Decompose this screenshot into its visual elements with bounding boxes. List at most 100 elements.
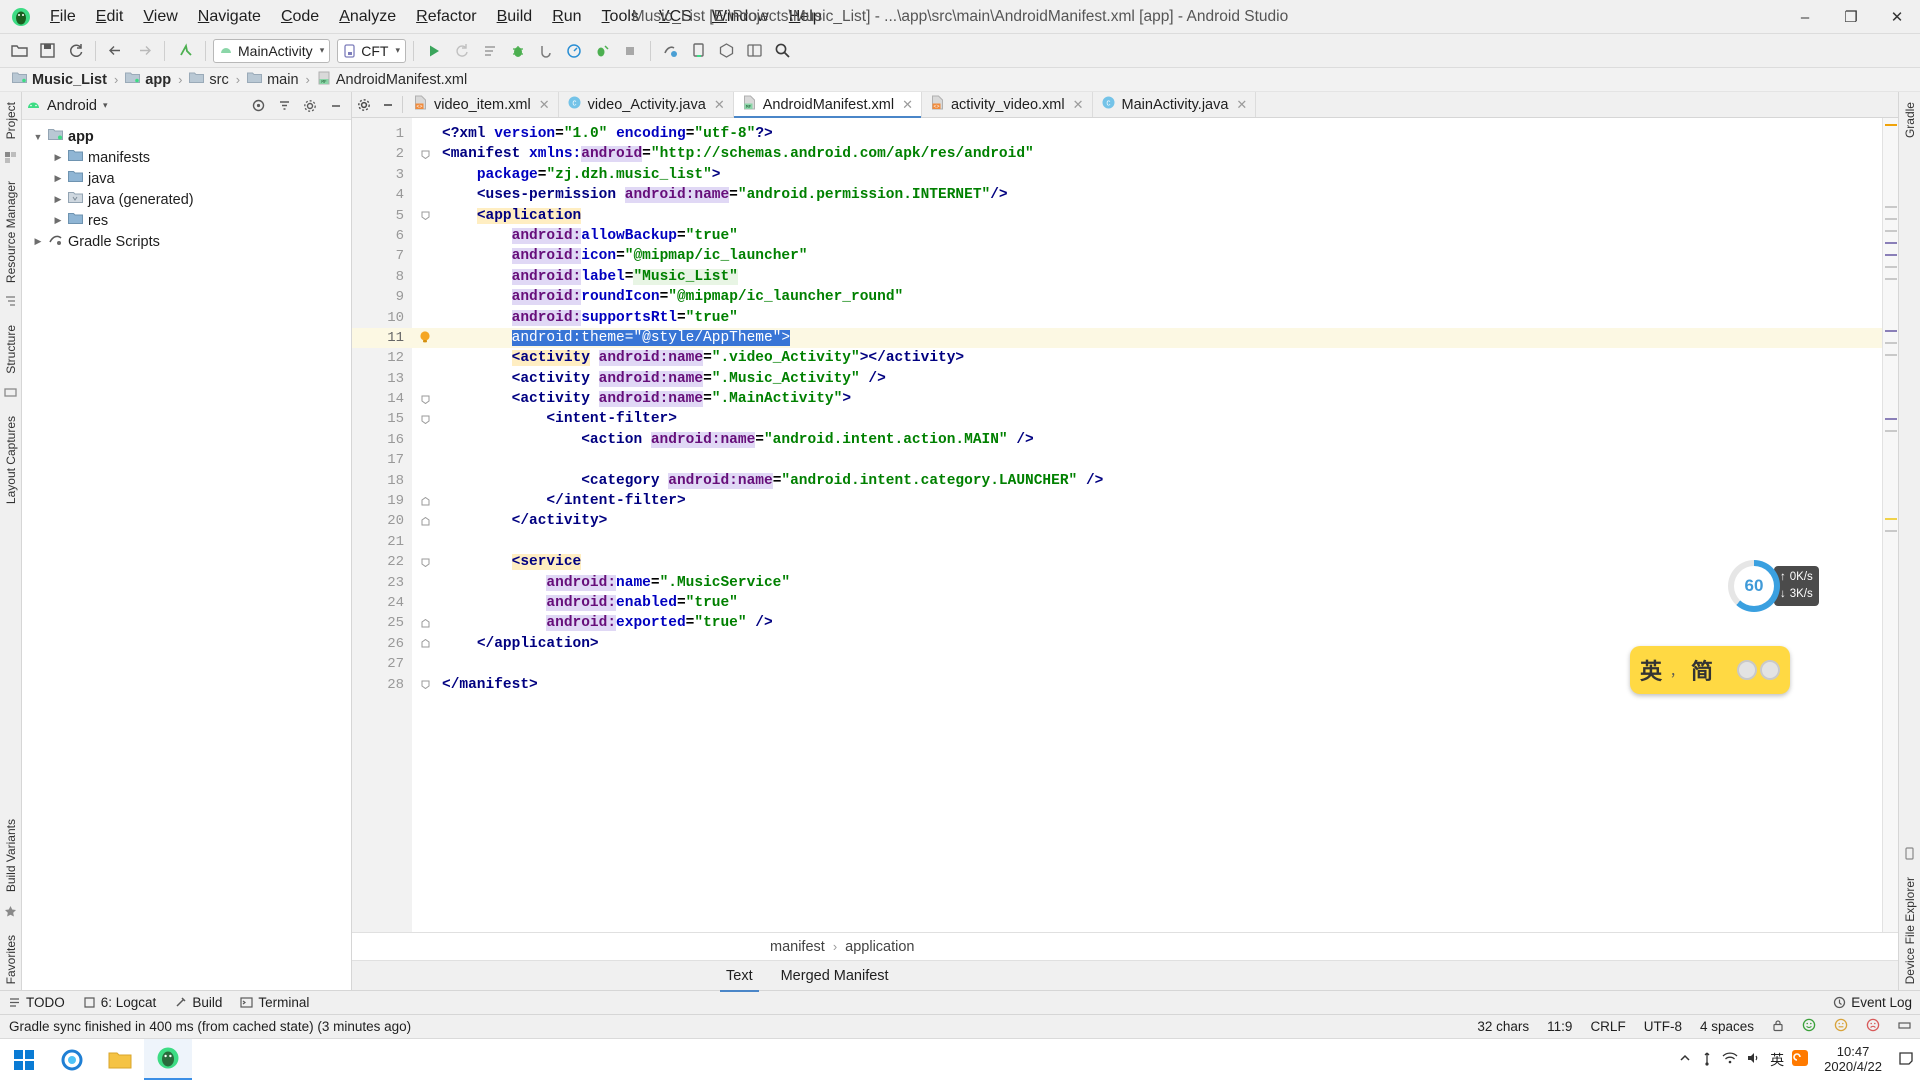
tree-node-app[interactable]: ▼app [22,126,351,147]
menu-item-vcs[interactable]: VCS [649,5,702,29]
event-log-button[interactable]: Event Log [1833,995,1912,1010]
code-line[interactable]: <intent-filter> [438,409,1882,429]
editor-hide-icon[interactable] [376,92,400,117]
ime-extra-buttons[interactable] [1737,660,1780,680]
ime-language-button[interactable]: 英 [1640,654,1662,686]
code-line[interactable]: android:allowBackup="true" [438,226,1882,246]
code-marker[interactable] [1885,278,1897,280]
menu-item-build[interactable]: Build [487,5,543,29]
rail-item-resource-manager[interactable]: Resource Manager [4,175,18,289]
menu-item-edit[interactable]: Edit [86,5,134,29]
rail-item-structure[interactable]: Structure [4,319,18,380]
fold-marker[interactable] [412,552,438,572]
line-number[interactable]: 1 [352,124,412,144]
ime-floating-bar[interactable]: 英 ， 简 [1630,646,1790,694]
menu-item-analyze[interactable]: Analyze [329,5,406,29]
lock-icon[interactable] [1763,1019,1793,1035]
fold-marker[interactable] [412,471,438,491]
menu-item-refactor[interactable]: Refactor [406,5,486,29]
code-line[interactable] [438,450,1882,470]
tray-volume-icon[interactable] [1746,1051,1762,1068]
code-line[interactable]: android:roundIcon="@mipmap/ic_launcher_r… [438,287,1882,307]
code-line[interactable]: android:supportsRtl="true" [438,308,1882,328]
select-opened-file-icon[interactable] [247,95,269,117]
tree-expand-arrow-icon[interactable]: ▶ [52,152,64,163]
rail-item-layout-captures[interactable]: Layout Captures [4,410,18,510]
fold-marker[interactable] [412,369,438,389]
error-marker-strip[interactable] [1882,118,1898,932]
caret-position[interactable]: 11:9 [1538,1019,1581,1034]
line-number[interactable]: 15 [352,409,412,429]
feedback-neutral-icon[interactable] [1825,1018,1857,1035]
line-number[interactable]: 26 [352,634,412,654]
code-line[interactable]: <activity android:name=".video_Activity"… [438,348,1882,368]
line-number[interactable]: 9 [352,287,412,307]
editor-breadcrumb-manifest[interactable]: manifest [770,939,825,955]
avd-manager-icon[interactable] [658,38,684,64]
run-button[interactable] [421,38,447,64]
stop-button[interactable] [617,38,643,64]
line-number[interactable]: 27 [352,654,412,674]
line-separator[interactable]: CRLF [1581,1019,1634,1034]
code-line[interactable]: android:enabled="true" [438,593,1882,613]
taskbar-clock[interactable]: 10:47 2020/4/22 [1816,1045,1890,1075]
line-number[interactable]: 20 [352,511,412,531]
apply-changes-icon[interactable] [449,38,475,64]
line-number[interactable]: 18 [352,471,412,491]
run-configuration-selector[interactable]: MainActivity ▾ [213,39,330,63]
tree-node-manifests[interactable]: ▶manifests [22,147,351,168]
fold-marker[interactable] [412,287,438,307]
memory-indicator-icon[interactable] [1889,1019,1920,1035]
tab-close-icon[interactable]: ✕ [902,97,913,113]
save-all-icon[interactable] [34,38,60,64]
code-marker[interactable] [1885,330,1897,332]
tool-window-logcat[interactable]: 6: Logcat [83,995,157,1010]
code-line[interactable]: android:label="Music_List" [438,267,1882,287]
editor-tab-mainactivity-java[interactable]: CMainActivity.java✕ [1093,92,1257,117]
tray-network-icon[interactable] [1722,1051,1738,1068]
tray-usb-icon[interactable] [1700,1050,1714,1069]
fold-marker[interactable] [412,532,438,552]
tree-expand-arrow-icon[interactable]: ▶ [32,236,44,247]
code-line[interactable]: android:exported="true" /> [438,613,1882,633]
fold-marker[interactable] [412,450,438,470]
android-studio-taskbar-button[interactable] [144,1039,192,1080]
code-line[interactable]: <activity android:name=".MainActivity"> [438,389,1882,409]
code-line[interactable]: </intent-filter> [438,491,1882,511]
code-marker[interactable] [1885,430,1897,432]
code-line[interactable]: <activity android:name=".Music_Activity"… [438,369,1882,389]
menu-item-tools[interactable]: Tools [592,5,649,29]
code-line[interactable] [438,532,1882,552]
rail-item-project[interactable]: Project [4,96,18,145]
rail-item-favorites[interactable]: Favorites [4,929,18,990]
editor-tab-video-activity-java[interactable]: Cvideo_Activity.java✕ [559,92,734,117]
indent-setting[interactable]: 4 spaces [1691,1019,1763,1034]
line-number[interactable]: 22 [352,552,412,572]
notification-center-icon[interactable] [1898,1050,1914,1069]
breadcrumb-item-main[interactable]: main [245,71,300,88]
debug-icon[interactable] [505,38,531,64]
fold-marker[interactable] [412,389,438,409]
run-with-coverage-icon[interactable] [589,38,615,64]
breadcrumb-item-androidmanifest-xml[interactable]: MFAndroidManifest.xml [315,71,469,89]
line-number[interactable]: 23 [352,573,412,593]
line-number[interactable]: 28 [352,675,412,695]
fold-marker[interactable] [412,491,438,511]
line-number[interactable]: 7 [352,246,412,266]
network-speed-widget[interactable]: 60 ↑0K/s ↓3K/s [1728,560,1860,612]
collapse-expand-icon[interactable] [273,95,295,117]
file-encoding[interactable]: UTF-8 [1635,1019,1691,1034]
line-number[interactable]: 24 [352,593,412,613]
line-number[interactable]: 8 [352,267,412,287]
tray-chevron-up-icon[interactable] [1678,1051,1692,1068]
rail-item-gradle[interactable]: Gradle [1903,96,1917,144]
editor-view-tab-text[interactable]: Text [720,966,759,986]
fold-marker[interactable] [412,634,438,654]
fold-marker[interactable] [412,185,438,205]
fold-marker[interactable] [412,593,438,613]
sdk-manager-icon[interactable] [686,38,712,64]
code-marker[interactable] [1885,124,1897,126]
code-marker[interactable] [1885,418,1897,420]
forward-arrow-icon[interactable] [131,38,157,64]
menu-item-window[interactable]: Window [702,5,779,29]
